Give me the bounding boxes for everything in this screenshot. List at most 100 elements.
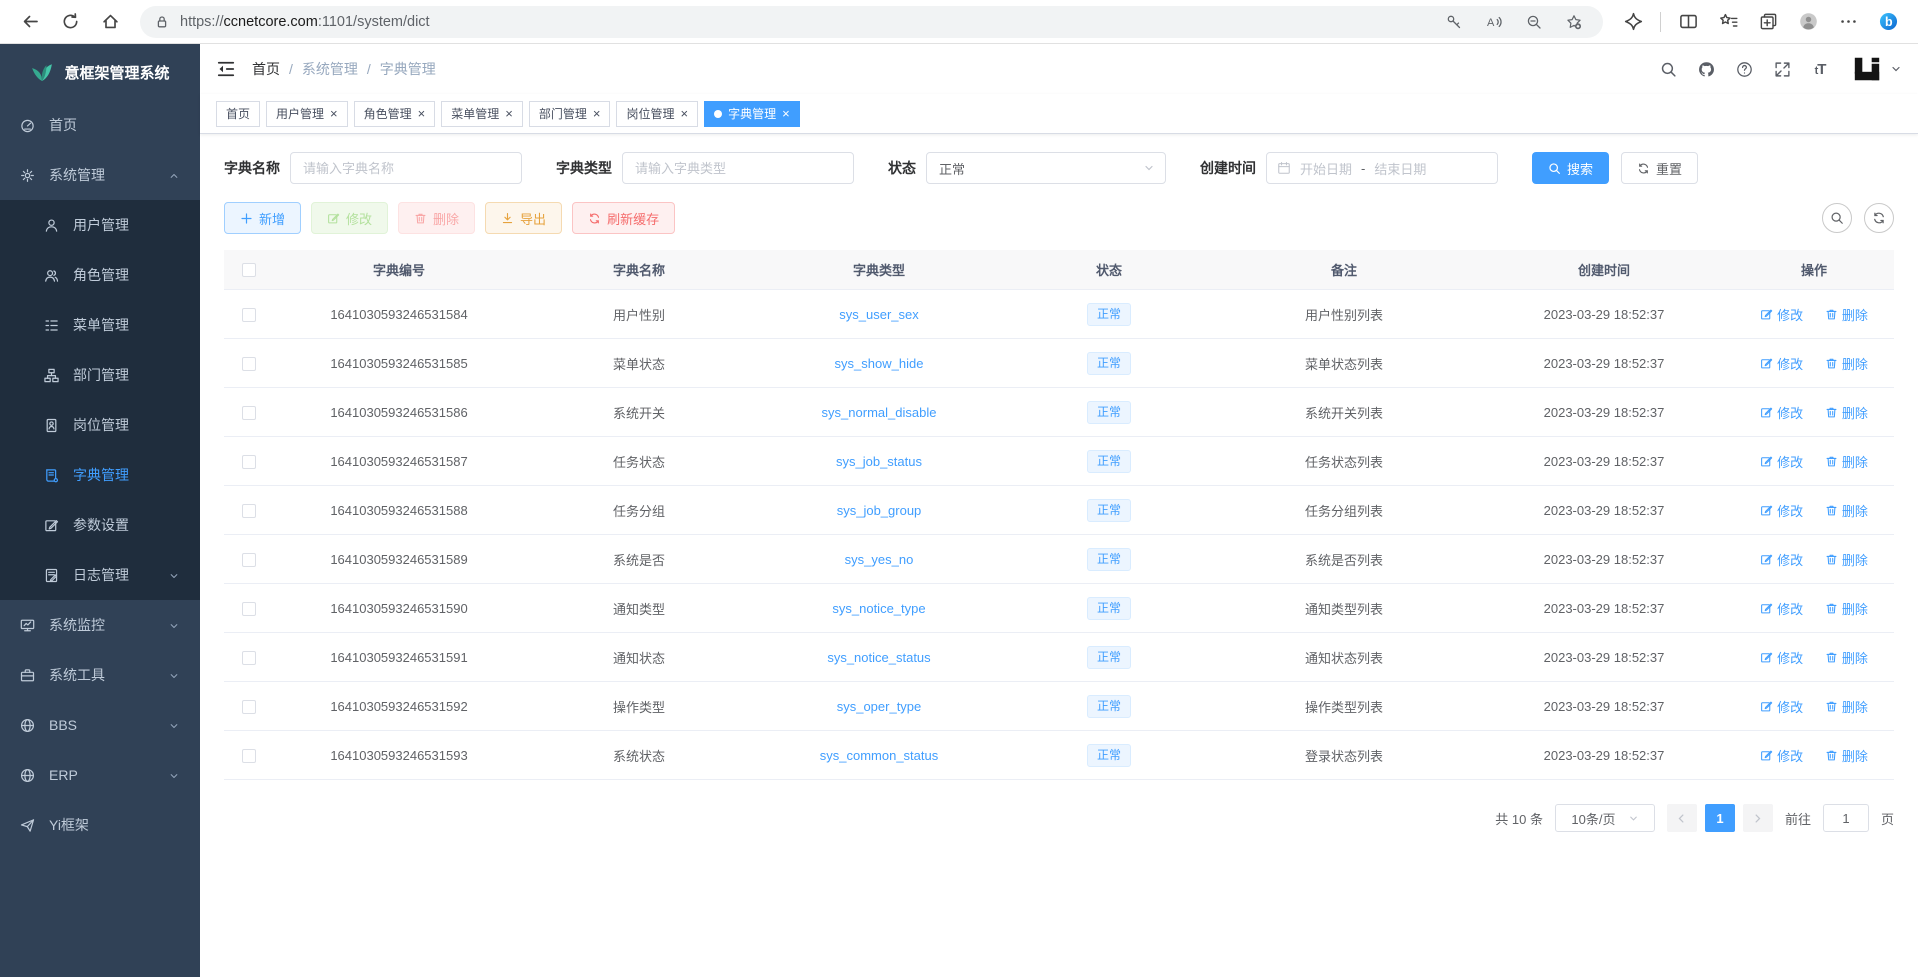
bing-chat-button[interactable]: b xyxy=(1870,5,1906,39)
address-bar[interactable]: https://ccnetcore.com:1101/system/dict A xyxy=(140,6,1603,38)
dict-type-link[interactable]: sys_notice_status xyxy=(827,650,930,665)
dict-type-link[interactable]: sys_show_hide xyxy=(835,356,924,371)
tab-4[interactable]: 部门管理 × xyxy=(529,101,611,127)
add-button[interactable]: 新增 xyxy=(224,202,301,234)
close-tab-icon[interactable]: × xyxy=(680,107,688,120)
row-edit-button[interactable]: 修改 xyxy=(1760,501,1803,520)
sidebar-item-7[interactable]: 字典管理 xyxy=(0,450,200,500)
row-delete-button[interactable]: 删除 xyxy=(1825,354,1868,373)
breadcrumb-item-0[interactable]: 首页 xyxy=(252,59,280,79)
zoom-out-button[interactable] xyxy=(1519,7,1549,37)
split-screen-button[interactable] xyxy=(1670,5,1706,39)
row-delete-button[interactable]: 删除 xyxy=(1825,648,1868,667)
collections-button[interactable] xyxy=(1750,5,1786,39)
row-delete-button[interactable]: 删除 xyxy=(1825,697,1868,716)
tab-0[interactable]: 首页 xyxy=(216,101,260,127)
sidebar-item-6[interactable]: 岗位管理 xyxy=(0,400,200,450)
sidebar-item-13[interactable]: ERP xyxy=(0,750,200,800)
tab-6[interactable]: 字典管理 × xyxy=(704,101,800,127)
dict-type-link[interactable]: sys_notice_type xyxy=(832,601,925,616)
export-button[interactable]: 导出 xyxy=(485,202,562,234)
close-tab-icon[interactable]: × xyxy=(782,107,790,120)
row-checkbox[interactable] xyxy=(242,504,256,518)
page-number-button[interactable]: 1 xyxy=(1705,804,1735,832)
browser-profile-button[interactable] xyxy=(1790,5,1826,39)
dict-type-link[interactable]: sys_job_status xyxy=(836,454,922,469)
sidebar-item-5[interactable]: 部门管理 xyxy=(0,350,200,400)
dict-type-link[interactable]: sys_normal_disable xyxy=(822,405,937,420)
browser-home-button[interactable] xyxy=(92,5,128,39)
sidebar-item-11[interactable]: 系统工具 xyxy=(0,650,200,700)
status-select[interactable]: 正常 xyxy=(926,152,1166,184)
breadcrumb-item-2[interactable]: 字典管理 xyxy=(380,59,436,79)
sidebar-item-4[interactable]: 菜单管理 xyxy=(0,300,200,350)
row-edit-button[interactable]: 修改 xyxy=(1760,403,1803,422)
header-search-button[interactable] xyxy=(1652,53,1684,85)
row-checkbox[interactable] xyxy=(242,602,256,616)
row-edit-button[interactable]: 修改 xyxy=(1760,697,1803,716)
font-size-button[interactable]: tT xyxy=(1804,53,1836,85)
row-checkbox[interactable] xyxy=(242,308,256,322)
row-delete-button[interactable]: 删除 xyxy=(1825,501,1868,520)
row-edit-button[interactable]: 修改 xyxy=(1760,452,1803,471)
dict-type-input[interactable] xyxy=(622,152,854,184)
dict-type-link[interactable]: sys_yes_no xyxy=(845,552,914,567)
refresh-cache-button[interactable]: 刷新缓存 xyxy=(572,202,675,234)
row-delete-button[interactable]: 删除 xyxy=(1825,452,1868,471)
row-delete-button[interactable]: 删除 xyxy=(1825,599,1868,618)
browser-back-button[interactable] xyxy=(12,5,48,39)
app-logo[interactable]: 意框架管理系统 xyxy=(0,44,200,100)
sidebar-item-2[interactable]: 用户管理 xyxy=(0,200,200,250)
docs-help-button[interactable] xyxy=(1728,53,1760,85)
sidebar-item-9[interactable]: 日志管理 xyxy=(0,550,200,600)
row-edit-button[interactable]: 修改 xyxy=(1760,305,1803,324)
browser-menu-button[interactable] xyxy=(1830,5,1866,39)
browser-essentials-button[interactable] xyxy=(1615,5,1651,39)
row-checkbox[interactable] xyxy=(242,357,256,371)
tab-1[interactable]: 用户管理 × xyxy=(266,101,348,127)
tab-5[interactable]: 岗位管理 × xyxy=(616,101,698,127)
row-delete-button[interactable]: 删除 xyxy=(1825,403,1868,422)
read-aloud-button[interactable]: A xyxy=(1479,7,1509,37)
date-range-picker[interactable]: 开始日期 - 结束日期 xyxy=(1266,152,1498,184)
sidebar-item-10[interactable]: 系统监控 xyxy=(0,600,200,650)
chevron-down-icon[interactable] xyxy=(1890,63,1902,75)
close-tab-icon[interactable]: × xyxy=(330,107,338,120)
browser-refresh-button[interactable] xyxy=(52,5,88,39)
dict-type-link[interactable]: sys_common_status xyxy=(820,748,939,763)
fullscreen-button[interactable] xyxy=(1766,53,1798,85)
dict-name-input[interactable] xyxy=(290,152,522,184)
tab-2[interactable]: 角色管理 × xyxy=(354,101,436,127)
row-edit-button[interactable]: 修改 xyxy=(1760,648,1803,667)
sidebar-item-12[interactable]: BBS xyxy=(0,700,200,750)
row-checkbox[interactable] xyxy=(242,749,256,763)
row-edit-button[interactable]: 修改 xyxy=(1760,599,1803,618)
row-checkbox[interactable] xyxy=(242,651,256,665)
dict-type-link[interactable]: sys_oper_type xyxy=(837,699,922,714)
close-tab-icon[interactable]: × xyxy=(505,107,513,120)
page-size-select[interactable]: 10条/页 xyxy=(1555,804,1655,832)
dict-type-link[interactable]: sys_user_sex xyxy=(839,307,918,322)
row-edit-button[interactable]: 修改 xyxy=(1760,550,1803,569)
row-delete-button[interactable]: 删除 xyxy=(1825,550,1868,569)
row-edit-button[interactable]: 修改 xyxy=(1760,746,1803,765)
row-edit-button[interactable]: 修改 xyxy=(1760,354,1803,373)
dict-type-link[interactable]: sys_job_group xyxy=(837,503,922,518)
row-checkbox[interactable] xyxy=(242,406,256,420)
breadcrumb-item-1[interactable]: 系统管理 xyxy=(302,59,358,79)
toggle-search-button[interactable] xyxy=(1822,203,1852,233)
row-checkbox[interactable] xyxy=(242,700,256,714)
next-page-button[interactable] xyxy=(1743,804,1773,832)
select-all-checkbox[interactable] xyxy=(242,263,256,277)
reset-button[interactable]: 重置 xyxy=(1621,152,1698,184)
sidebar-item-14[interactable]: Yi框架 xyxy=(0,800,200,850)
sidebar-item-3[interactable]: 角色管理 xyxy=(0,250,200,300)
github-link-button[interactable] xyxy=(1690,53,1722,85)
row-delete-button[interactable]: 删除 xyxy=(1825,305,1868,324)
goto-page-input[interactable] xyxy=(1823,804,1869,832)
favorites-button[interactable] xyxy=(1710,5,1746,39)
search-button[interactable]: 搜索 xyxy=(1532,152,1609,184)
row-checkbox[interactable] xyxy=(242,455,256,469)
tab-3[interactable]: 菜单管理 × xyxy=(441,101,523,127)
sidebar-item-0[interactable]: 首页 xyxy=(0,100,200,150)
